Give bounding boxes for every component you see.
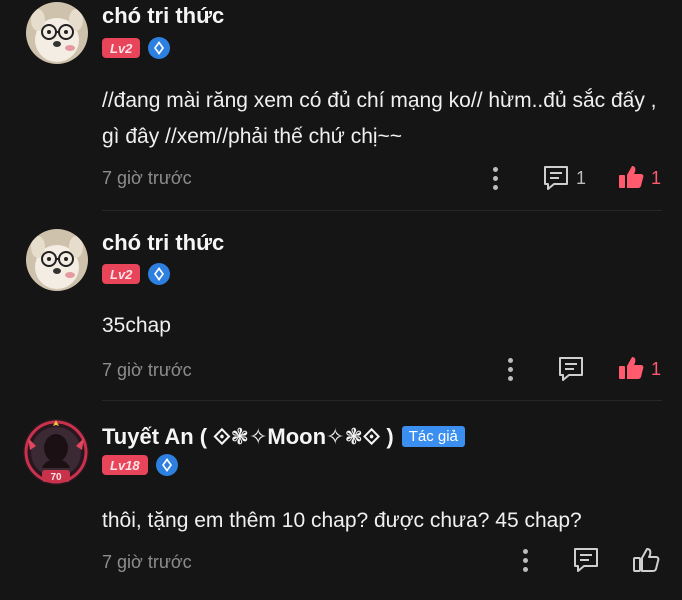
reply-icon[interactable] — [572, 547, 600, 573]
user-badges: Lv2 — [102, 263, 171, 285]
username[interactable]: Tuyết An ( ⟐❃✧Moon✧❃⟐ ) Tác giả — [102, 424, 465, 450]
anime-girl-frame-avatar-icon: 70 — [23, 419, 89, 485]
verified-icon — [148, 263, 171, 285]
more-options-icon[interactable] — [490, 167, 500, 190]
user-avatar[interactable] — [26, 229, 88, 291]
author-tag: Tác giả — [401, 426, 465, 447]
level-badge: Lv18 — [102, 455, 148, 475]
like-icon[interactable] — [632, 547, 660, 573]
verified-icon — [148, 37, 171, 59]
username-text: Tuyết An ( ⟐❃✧Moon✧❃⟐ ) — [102, 424, 394, 449]
reply-icon[interactable] — [557, 356, 585, 382]
reply-icon[interactable] — [542, 165, 570, 191]
username[interactable]: chó tri thức — [102, 230, 224, 256]
username[interactable]: chó tri thức — [102, 3, 224, 29]
user-badges: Lv2 — [102, 37, 171, 59]
comment-time: 7 giờ trước — [102, 552, 192, 572]
like-icon[interactable] — [617, 164, 645, 190]
divider — [102, 400, 662, 401]
dog-with-glasses-avatar-icon — [26, 2, 88, 64]
reply-count: 1 — [576, 168, 587, 188]
user-avatar[interactable] — [26, 2, 88, 64]
like-icon[interactable] — [617, 355, 645, 381]
user-badges: Lv18 — [102, 454, 178, 476]
dog-with-glasses-avatar-icon — [26, 229, 88, 291]
level-badge: Lv2 — [102, 38, 141, 58]
avatar-level-badge: 70 — [50, 472, 62, 483]
more-options-icon[interactable] — [520, 549, 530, 572]
verified-icon — [155, 454, 178, 476]
like-count: 1 — [651, 168, 662, 188]
comment-time: 7 giờ trước — [102, 360, 192, 380]
divider — [102, 210, 662, 211]
level-badge: Lv2 — [102, 264, 141, 284]
like-count: 1 — [651, 359, 662, 379]
user-avatar[interactable]: 70 — [22, 418, 90, 486]
more-options-icon[interactable] — [505, 358, 515, 381]
comment-text: thôi, tặng em thêm 10 chap? được chưa? 4… — [102, 509, 582, 532]
comment-text: 35chap — [102, 314, 171, 337]
comment-time: 7 giờ trước — [102, 168, 192, 188]
comment-text: //đang mài răng xem có đủ chí mạng ko// … — [102, 89, 657, 148]
